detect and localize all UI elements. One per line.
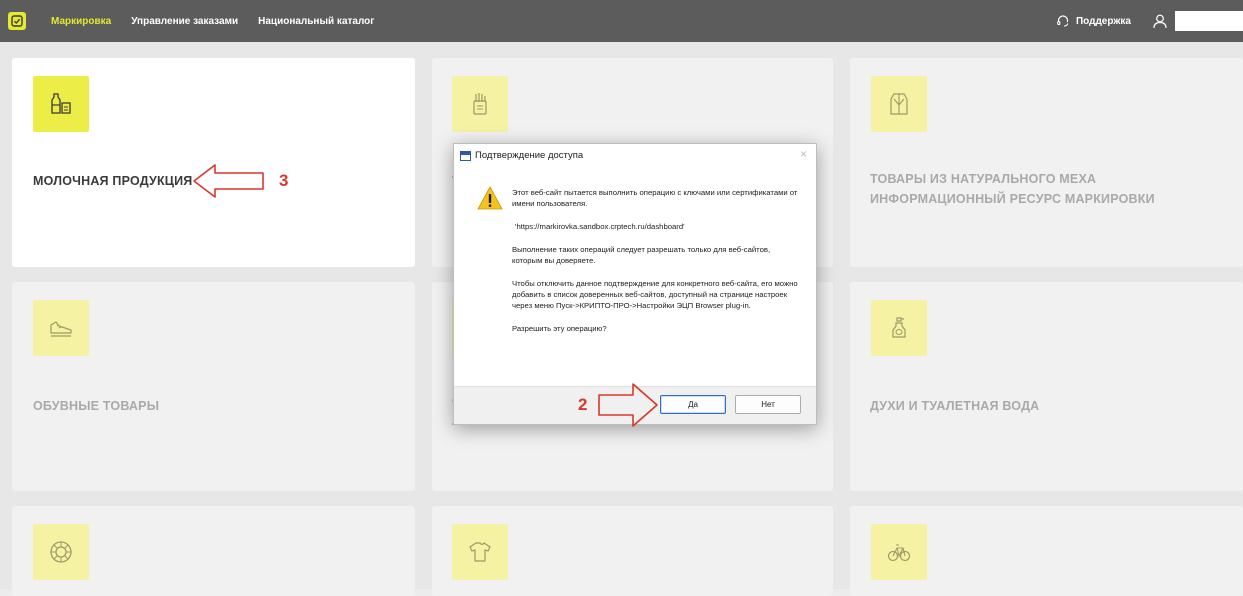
dialog-title-bar: Подтверждение доступа xyxy=(460,150,583,161)
dialog-message: Этот веб-сайт пытается выполнить операци… xyxy=(512,187,802,346)
category-card-fur[interactable]: ТОВАРЫ ИЗ НАТУРАЛЬНОГО МЕХА ИНФОРМАЦИОНН… xyxy=(850,58,1243,267)
dialog-site-url: 'https://markirovka.sandbox.crptech.ru/d… xyxy=(515,222,685,231)
user-icon[interactable] xyxy=(1152,13,1168,29)
category-card-shoes[interactable]: ОБУВНЫЕ ТОВАРЫ xyxy=(12,282,415,491)
dialog-title: Подтверждение доступа xyxy=(475,150,584,161)
category-card-bicycles[interactable] xyxy=(850,506,1243,596)
category-title: ДУХИ И ТУАЛЕТНАЯ ВОДА xyxy=(870,399,1040,413)
dialog-paragraph: Этот веб-сайт пытается выполнить операци… xyxy=(512,188,798,208)
qr-check-icon[interactable] xyxy=(8,12,26,30)
dialog-paragraph: Чтобы отключить данное подтверждение для… xyxy=(512,279,798,310)
annotation-arrow-3 xyxy=(193,164,264,198)
nav-item-orders[interactable]: Управление заказами xyxy=(131,16,238,27)
support-label: Поддержка xyxy=(1075,15,1131,27)
tshirt-icon xyxy=(452,524,508,580)
warning-icon xyxy=(477,186,503,210)
app-window-icon xyxy=(460,150,471,161)
dialog-question: Разрешить эту операцию? xyxy=(512,324,607,333)
category-title: МОЛОЧНАЯ ПРОДУКЦИЯ xyxy=(33,174,193,188)
category-card-tires[interactable] xyxy=(12,506,415,596)
bicycle-icon xyxy=(871,524,927,580)
user-name-field[interactable] xyxy=(1175,11,1243,31)
annotation-number: 3 xyxy=(279,171,289,190)
category-card-perfume[interactable]: ДУХИ И ТУАЛЕТНАЯ ВОДА xyxy=(850,282,1243,491)
yes-button[interactable]: Да xyxy=(660,395,726,414)
milk-bottle-icon xyxy=(33,76,89,132)
category-title: ТОВАРЫ ИЗ НАТУРАЛЬНОГО МЕХА ИНФОРМАЦИОНН… xyxy=(870,172,1155,206)
perfume-bottle-icon xyxy=(871,300,927,356)
nav-item-catalog[interactable]: Национальный каталог xyxy=(258,16,374,27)
support-link[interactable]: Поддержка xyxy=(1056,0,1131,42)
annotation-number: 2 xyxy=(578,395,588,414)
headset-icon xyxy=(1057,15,1069,27)
top-nav-bar: Маркировка Управление заказами Националь… xyxy=(0,0,1243,42)
sneaker-icon xyxy=(33,300,89,356)
no-button[interactable]: Нет xyxy=(735,395,801,414)
dialog-paragraph: Выполнение таких операций следует разреш… xyxy=(512,245,771,265)
tire-icon xyxy=(33,524,89,580)
hand-package-icon xyxy=(452,76,508,132)
fur-coat-icon xyxy=(871,76,927,132)
close-icon[interactable]: × xyxy=(800,147,807,161)
category-title: ОБУВНЫЕ ТОВАРЫ xyxy=(33,399,160,413)
annotation-arrow-2 xyxy=(598,383,658,427)
nav-item-markirovka[interactable]: Маркировка xyxy=(51,16,111,27)
category-card-clothes[interactable] xyxy=(432,506,833,596)
